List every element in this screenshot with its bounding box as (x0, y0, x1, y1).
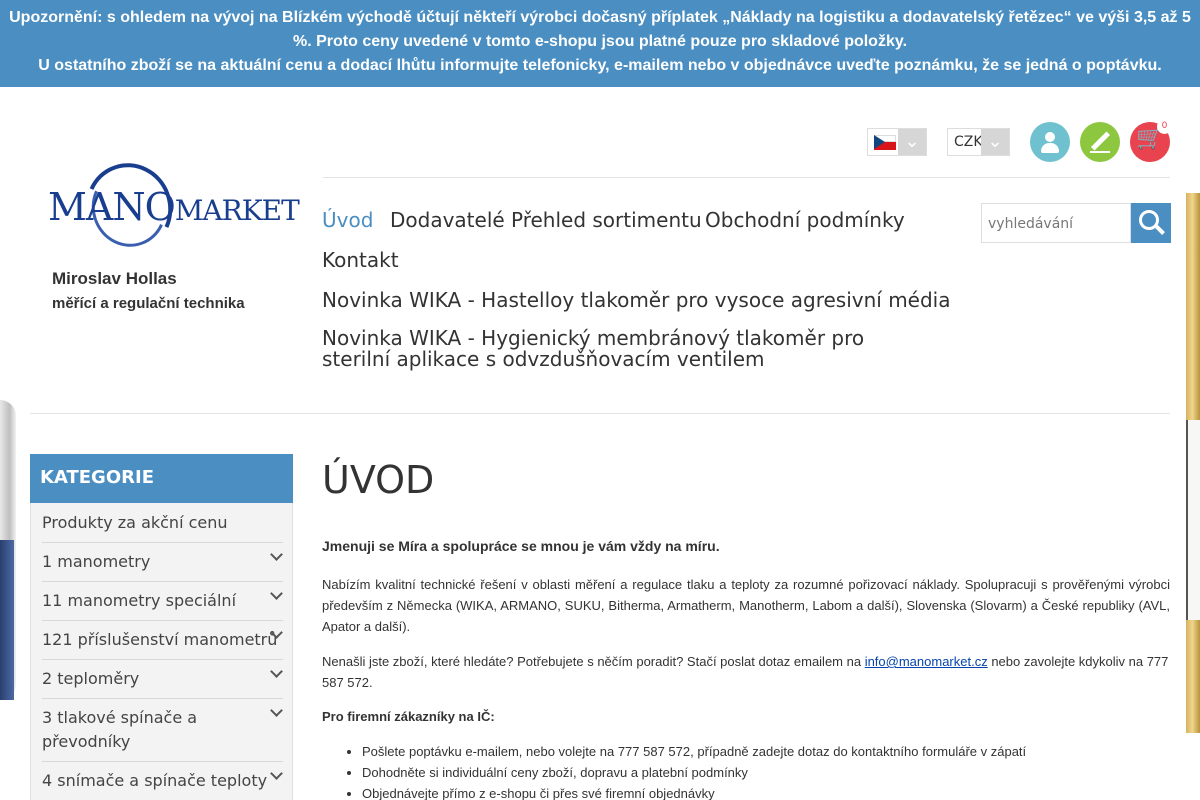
language-select[interactable]: ⌄ (867, 128, 927, 156)
register-edit-icon[interactable] (1080, 122, 1120, 162)
logo-tagline: měřící a regulační technika (52, 295, 245, 312)
logo-brand-tail: MARKET (174, 194, 300, 227)
category-list: Produkty za akční cenu 1 manometry 11 ma… (30, 503, 293, 800)
cart-count-badge: 0 (1157, 119, 1172, 134)
category-item[interactable]: 3 tlakové spínače a převodníky (42, 706, 262, 754)
list-item: Dohodněte si individuální ceny zboží, do… (362, 762, 1162, 783)
nav-item-kontakt[interactable]: Kontakt (322, 248, 399, 272)
search-input[interactable]: vyhledávání (981, 203, 1131, 243)
user-account-icon[interactable] (1030, 122, 1070, 162)
nav-item-novinka-hastelloy[interactable]: Novinka WIKA - Hastelloy tlakoměr pro vy… (322, 288, 951, 312)
chevron-down-icon[interactable] (271, 706, 283, 718)
intro-paragraph: Nabízím kvalitní technické řešení v obla… (322, 577, 1170, 634)
nav-item-obchodni-podminky[interactable]: Obchodní podmínky (705, 208, 905, 232)
nav-item-dodavatele[interactable]: Dodavatelé (390, 208, 505, 232)
business-list: Pošlete poptávku e-mailem, nebo volejte … (362, 741, 1162, 800)
category-item[interactable]: 121 příslušenství manometrů (42, 628, 283, 652)
notice-line-1: Upozornění: s ohledem na vývoj na Blízké… (9, 9, 1191, 50)
nav-item-prehled-sortimentu[interactable]: Přehled sortimentu (511, 208, 702, 232)
currency-select[interactable]: CZK ⌄ (947, 128, 1010, 156)
product-photo-right-dial (1186, 420, 1200, 620)
category-item[interactable]: 4 snímače a spínače teploty (42, 769, 283, 793)
currency-value: CZK (954, 134, 983, 150)
content-divider (30, 413, 1170, 414)
category-item[interactable]: 11 manometry speciální (42, 589, 283, 613)
notice-banner: Upozornění: s ohledem na vývoj na Blízké… (0, 0, 1200, 87)
page-title: ÚVOD (322, 458, 435, 502)
header-divider (323, 177, 1170, 178)
list-item: Objednávejte přímo z e-shopu či přes své… (362, 783, 1162, 800)
contact-paragraph: Nenašli jste zboží, které hledáte? Potře… (322, 654, 1169, 690)
list-item: Pošlete poptávku e-mailem, nebo volejte … (362, 741, 1162, 762)
nav-item-novinka-hygienicky[interactable]: Novinka WIKA - Hygienický membránový tla… (322, 328, 892, 370)
email-link[interactable]: info@manomarket.cz (865, 654, 988, 669)
business-heading: Pro firemní zákazníky na IČ: (322, 709, 495, 724)
chevron-down-icon[interactable] (271, 667, 283, 679)
chevron-down-icon[interactable] (271, 769, 283, 781)
category-item[interactable]: 1 manometry (42, 550, 283, 574)
nav-item-uvod[interactable]: Úvod (322, 208, 373, 232)
site-logo[interactable]: MANOMARKET Miroslav Hollas měřící a regu… (48, 151, 300, 323)
notice-line-2: U ostatního zboží se na aktuální cenu a … (38, 57, 1162, 74)
chevron-down-icon[interactable] (271, 550, 283, 562)
product-photo-left-part (0, 540, 14, 700)
chevron-down-icon[interactable]: ⌄ (981, 129, 1009, 155)
chevron-down-icon[interactable] (271, 628, 283, 640)
chevron-down-icon[interactable]: ⌄ (898, 129, 926, 155)
search-button[interactable] (1131, 203, 1171, 243)
logo-brand-main: MANO (48, 185, 176, 229)
category-heading: KATEGORIE (30, 454, 293, 503)
chevron-down-icon[interactable] (271, 589, 283, 601)
intro-lead: Jmenuji se Míra a spolupráce se mnou je … (322, 538, 720, 554)
czech-flag-icon (874, 135, 896, 150)
logo-brand: MANOMARKET (48, 185, 300, 229)
category-item[interactable]: 2 teploměry (42, 667, 283, 691)
logo-owner: Miroslav Hollas (52, 269, 177, 288)
category-item[interactable]: Produkty za akční cenu (42, 511, 283, 535)
